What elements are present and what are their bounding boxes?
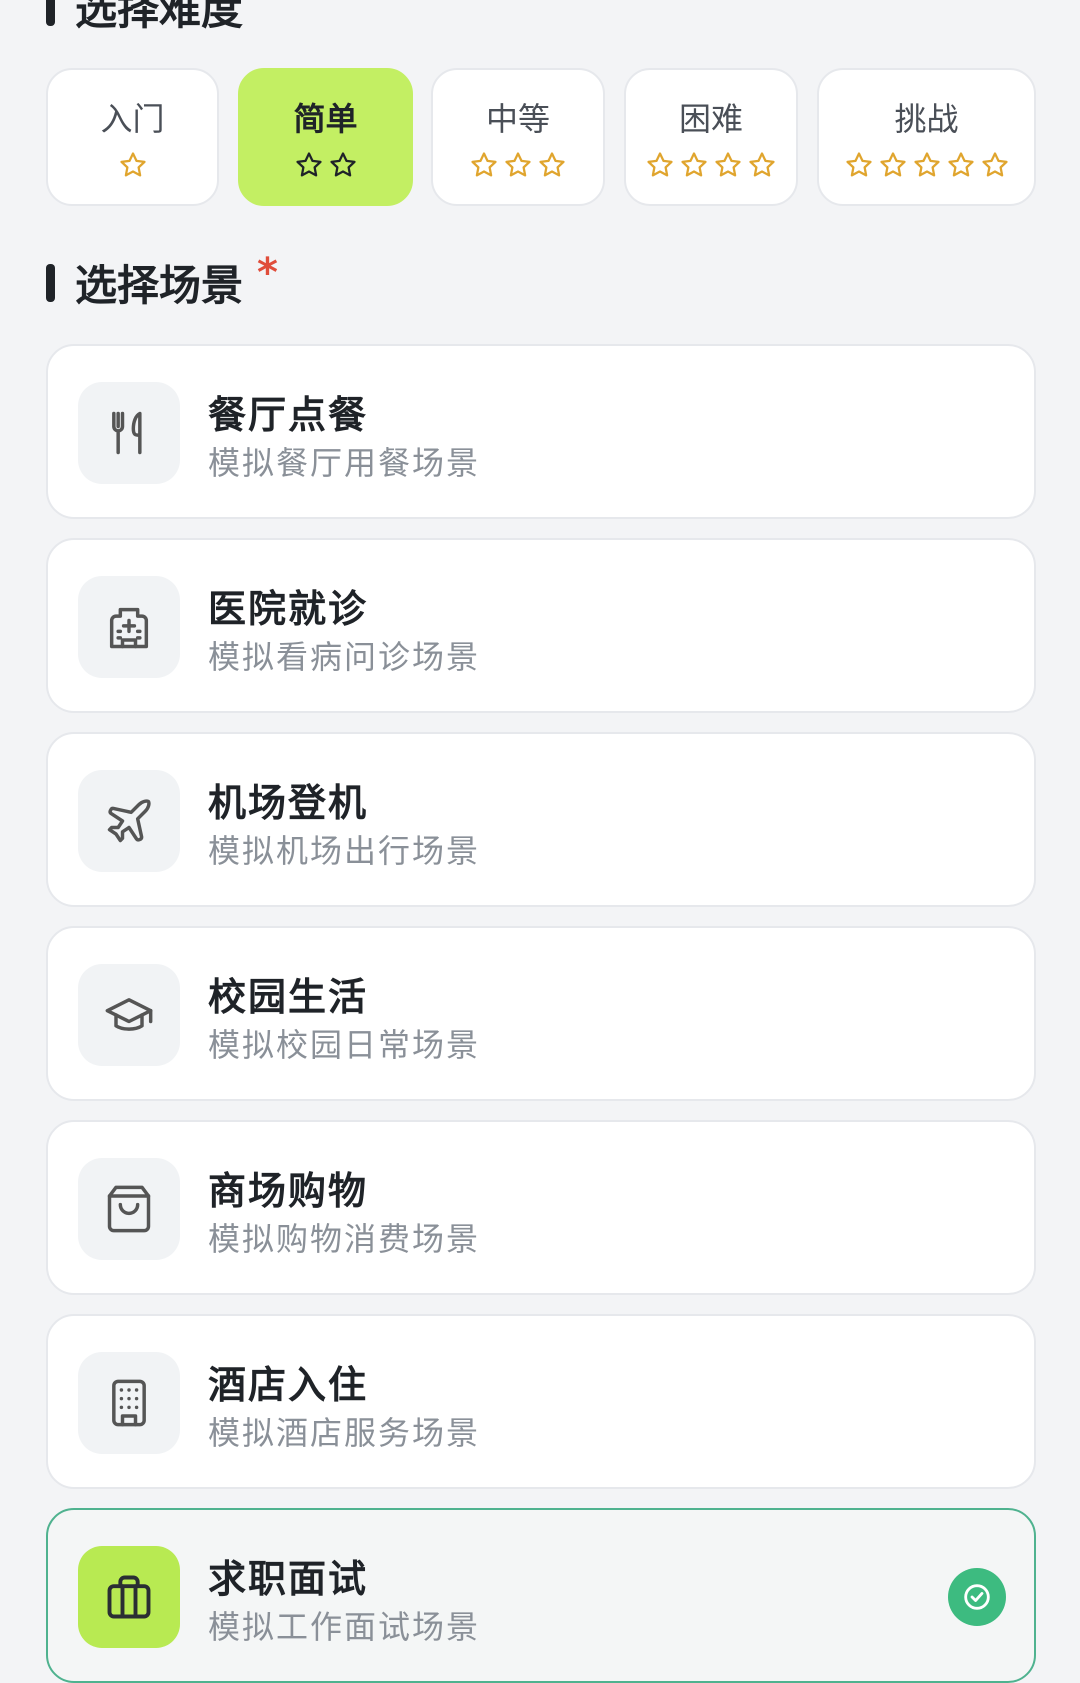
check-circle-icon xyxy=(948,1568,1006,1626)
star-icon xyxy=(295,152,322,177)
scene-card-desc: 模拟工作面试场景 xyxy=(208,1608,481,1646)
scene-card-campus[interactable]: 校园生活 模拟校园日常场景 xyxy=(46,926,1036,1101)
difficulty-label: 简单 xyxy=(293,100,358,138)
difficulty-stars xyxy=(118,150,148,180)
hospital-icon xyxy=(78,576,180,678)
difficulty-label: 困难 xyxy=(678,100,743,138)
scene-card-desc: 模拟购物消费场景 xyxy=(208,1220,481,1258)
scene-card-desc: 模拟看病问诊场景 xyxy=(208,638,481,676)
required-mark: * xyxy=(257,249,278,296)
star-icon xyxy=(879,152,906,177)
star-icon xyxy=(681,152,707,177)
scene-card-hospital[interactable]: 医院就诊 模拟看病问诊场景 xyxy=(46,538,1036,713)
difficulty-label: 入门 xyxy=(100,100,165,138)
star-icon xyxy=(845,152,872,177)
star-icon xyxy=(981,152,1008,177)
graduation-cap-icon xyxy=(78,964,180,1066)
difficulty-option-easy[interactable]: 简单 xyxy=(238,68,413,206)
difficulty-option-hard[interactable]: 困难 xyxy=(624,68,798,206)
star-icon xyxy=(947,152,974,177)
scene-section-title: 选择场景 * xyxy=(46,249,278,313)
briefcase-icon xyxy=(78,1546,180,1648)
plane-icon xyxy=(78,770,180,872)
utensils-icon xyxy=(78,382,180,484)
scene-card-title: 校园生活 xyxy=(208,975,369,1019)
scene-card-mall[interactable]: 商场购物 模拟购物消费场景 xyxy=(46,1120,1036,1295)
building-icon xyxy=(78,1352,180,1454)
scene-card-airport[interactable]: 机场登机 模拟机场出行场景 xyxy=(46,732,1036,907)
star-icon xyxy=(749,152,775,177)
difficulty-stars xyxy=(645,150,777,180)
required-mark: * xyxy=(257,0,278,20)
scene-title: 选择场景 xyxy=(75,261,244,310)
scene-card-desc: 模拟酒店服务场景 xyxy=(208,1414,481,1452)
scene-card-title: 机场登机 xyxy=(208,781,369,825)
scene-card-title: 餐厅点餐 xyxy=(208,393,369,437)
difficulty-stars xyxy=(469,150,567,180)
difficulty-stars xyxy=(844,150,1010,180)
scene-card-title: 求职面试 xyxy=(208,1557,369,1601)
difficulty-options: 入门 简单 中等 困难 挑战 xyxy=(46,68,1036,206)
scene-card-title: 医院就诊 xyxy=(208,587,369,631)
title-bar xyxy=(46,263,55,302)
star-icon xyxy=(647,152,673,177)
scene-card-desc: 模拟机场出行场景 xyxy=(208,832,481,870)
shopping-bag-icon xyxy=(78,1158,180,1260)
scene-card-title: 酒店入住 xyxy=(208,1363,369,1407)
scene-card-desc: 模拟餐厅用餐场景 xyxy=(208,444,481,482)
title-bar xyxy=(46,0,55,26)
scene-card-hotel[interactable]: 酒店入住 模拟酒店服务场景 xyxy=(46,1314,1036,1489)
scene-card-desc: 模拟校园日常场景 xyxy=(208,1026,481,1064)
star-icon xyxy=(471,152,497,177)
star-icon xyxy=(329,152,356,177)
difficulty-option-entry[interactable]: 入门 xyxy=(46,68,219,206)
star-icon xyxy=(913,152,940,177)
difficulty-section-title: 选择难度 * xyxy=(46,0,278,37)
scene-card-interview[interactable]: 求职面试 模拟工作面试场景 xyxy=(46,1508,1036,1683)
star-icon xyxy=(539,152,565,177)
difficulty-option-challenge[interactable]: 挑战 xyxy=(817,68,1036,206)
difficulty-label: 挑战 xyxy=(894,100,959,138)
difficulty-label: 中等 xyxy=(485,100,550,138)
difficulty-title: 选择难度 xyxy=(75,0,244,34)
difficulty-option-medium[interactable]: 中等 xyxy=(431,68,605,206)
star-icon xyxy=(119,152,146,177)
star-icon xyxy=(505,152,531,177)
scene-card-title: 商场购物 xyxy=(208,1169,369,1213)
scene-card-restaurant[interactable]: 餐厅点餐 模拟餐厅用餐场景 xyxy=(46,344,1036,519)
star-icon xyxy=(715,152,741,177)
difficulty-stars xyxy=(294,150,358,180)
